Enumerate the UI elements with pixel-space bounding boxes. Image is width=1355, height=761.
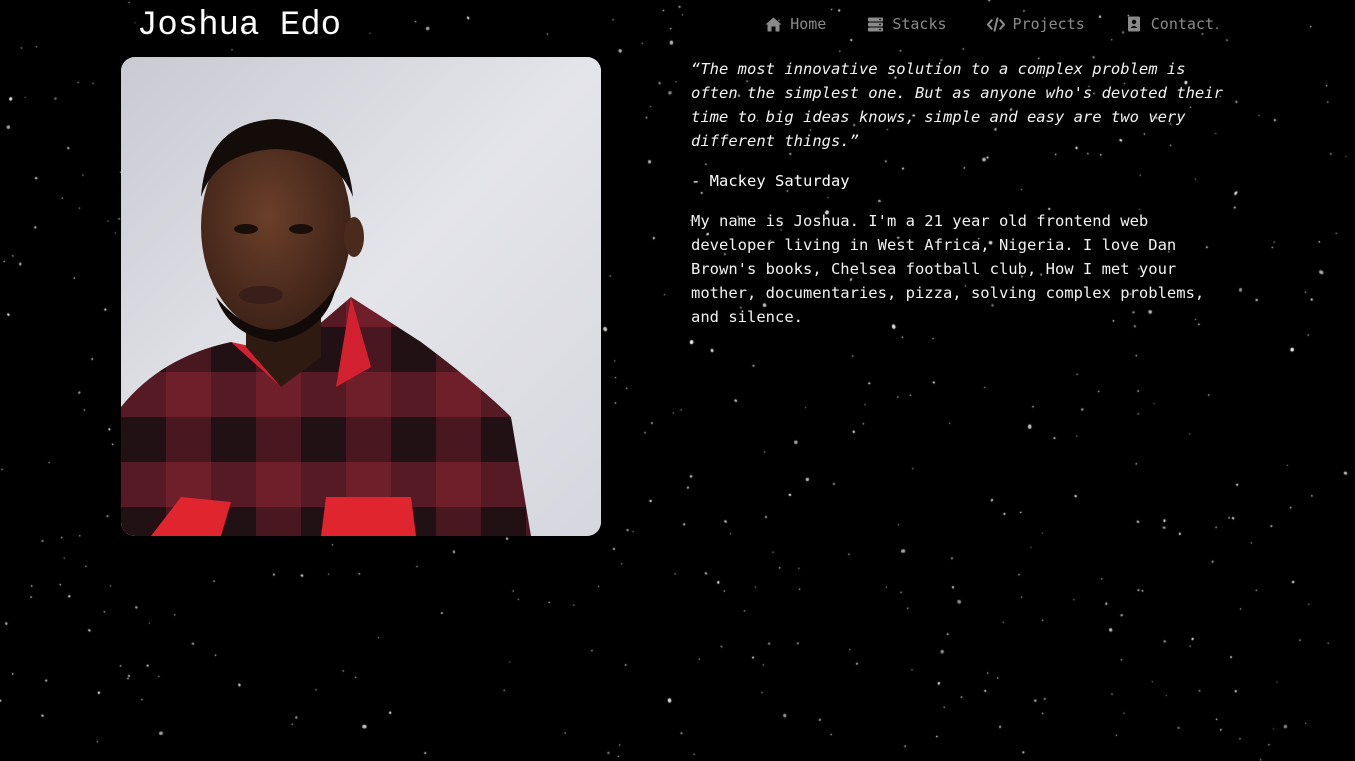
nav-label-stacks: Stacks — [892, 15, 947, 33]
code-icon — [986, 16, 1005, 32]
nav-item-home[interactable]: Home — [764, 13, 826, 35]
home-icon — [764, 16, 782, 32]
nav-label-home: Home — [790, 15, 827, 33]
nav-label-projects: Projects — [1012, 15, 1085, 33]
page: Joshua Edo Home Stacks Projects Contact … — [0, 0, 1355, 761]
about-section: “The most innovative solution to a compl… — [691, 57, 1231, 329]
stack-icon — [866, 16, 884, 32]
quote-author: - Mackey Saturday — [691, 172, 850, 190]
nav-item-stacks[interactable]: Stacks — [866, 13, 947, 35]
site-title: Joshua Edo — [137, 7, 342, 45]
nav-label-contact: Contact — [1150, 15, 1214, 33]
profile-photo — [121, 57, 601, 536]
nav-item-projects[interactable]: Projects — [986, 13, 1085, 35]
quote-text: “The most innovative solution to a compl… — [691, 60, 1223, 150]
bio-text: My name is Joshua. I'm a 21 year old fro… — [691, 212, 1205, 326]
main-nav: Home Stacks Projects Contact — [764, 13, 1214, 35]
contact-book-icon — [1125, 16, 1143, 32]
nav-item-contact[interactable]: Contact — [1125, 13, 1214, 35]
